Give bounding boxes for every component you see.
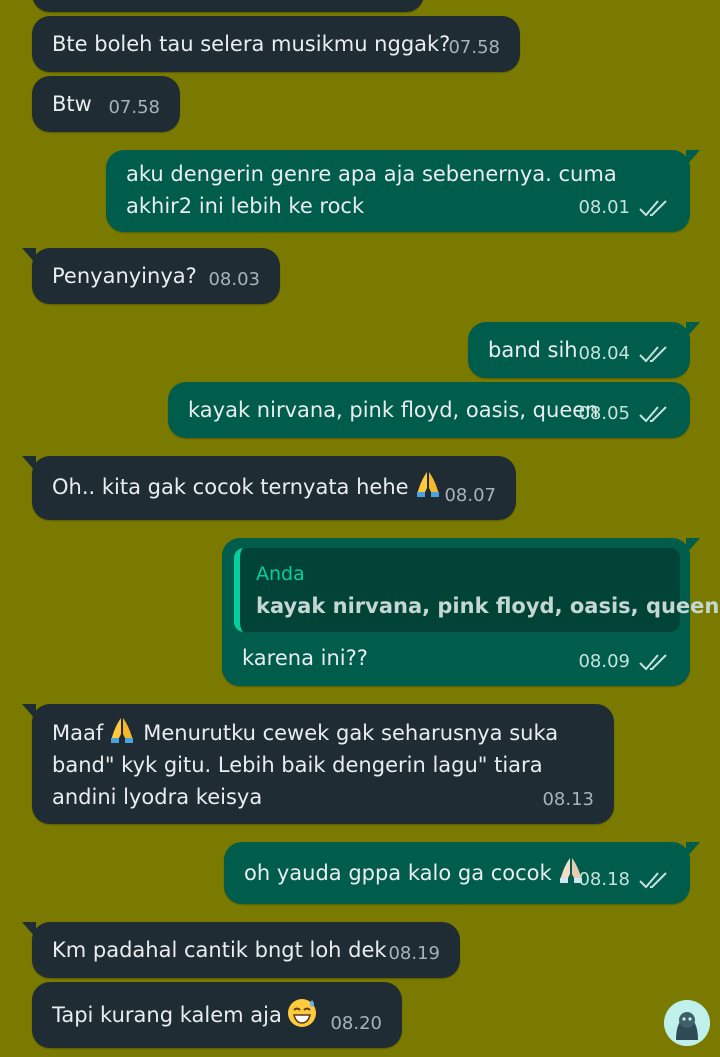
avatar-image-icon [664,1000,710,1046]
contact-avatar[interactable] [664,1000,710,1046]
double-check-icon [639,346,667,363]
message-time: 08.18 [578,869,630,890]
double-check-icon [639,406,667,423]
quote-text: kayak nirvana, pink floyd, oasis, queen [256,594,720,618]
message-text: karena ini?? [242,646,368,670]
message-meta: 08.18 [578,864,670,896]
message-bubble-outgoing[interactable]: kayak nirvana, pink floyd, oasis, queen … [168,382,690,438]
bubble-tail [22,704,36,720]
message-meta: 08.01 [578,192,670,224]
message-bubble-incoming[interactable]: Tapi kurang kalem aja 08.20 [32,982,402,1048]
folded-hands-icon [416,472,439,497]
message-time: 08.04 [578,343,630,364]
message-bubble-incoming[interactable]: Btw 07.58 [32,76,180,132]
message-time: 08.05 [578,403,630,424]
bubble-tail [22,922,36,938]
message-bubble-outgoing[interactable]: aku dengerin genre apa aja sebenernya. c… [106,150,700,232]
message-time: 07.58 [448,37,500,58]
message-bubble-outgoing-reply[interactable]: Anda kayak nirvana, pink floyd, oasis, q… [222,538,719,686]
message-time: 08.20 [330,1013,382,1034]
message-text: band sih [488,338,578,362]
message-time: 08.07 [444,485,496,506]
message-bubble-outgoing[interactable]: band sih 08.04 [468,322,700,378]
message-text: Oh.. kita gak cocok ternyata hehe [52,470,441,503]
double-check-icon [639,654,667,671]
message-bubble-partial [32,0,424,12]
message-text: oh yauda gppa kalo ga cocok [244,856,584,889]
message-meta: 08.04 [578,338,670,370]
double-check-icon [639,872,667,889]
message-text: Km padahal cantik bngt loh dek [52,938,387,962]
bubble-tail [22,456,36,472]
bubble-tail [686,322,700,338]
quote-author: Anda [256,563,305,585]
message-time: 07.58 [108,97,160,118]
message-time: 08.13 [542,789,594,810]
message-text: Tapi kurang kalem aja [52,996,318,1031]
message-meta: 08.09 [578,646,670,678]
bubble-tail [22,248,36,264]
double-check-icon [639,200,667,217]
folded-hands-icon [111,718,134,743]
message-text: Btw [52,92,92,116]
quoted-message[interactable]: Anda kayak nirvana, pink floyd, oasis, q… [234,548,719,632]
message-bubble-incoming[interactable]: Bte boleh tau selera musikmu nggak? 07.5… [32,16,520,72]
message-text: Bte boleh tau selera musikmu nggak? [52,32,451,56]
message-bubble-outgoing[interactable]: oh yauda gppa kalo ga cocok 08.18 [224,842,700,904]
message-time: 08.19 [388,943,440,964]
grinning-face-with-sweat-icon [287,999,316,1027]
message-text: kayak nirvana, pink floyd, oasis, queen [188,398,599,422]
bubble-tail [686,842,700,858]
bubble-tail [686,150,700,166]
message-time: 08.09 [578,651,630,672]
message-bubble-incoming[interactable]: Km padahal cantik bngt loh dek 08.19 [22,922,460,978]
message-time: 08.01 [578,197,630,218]
message-bubble-incoming[interactable]: Penyanyinya? 08.03 [22,248,280,304]
bubble-tail [686,538,700,554]
message-time: 08.03 [208,269,260,290]
message-bubble-incoming[interactable]: Maaf Menurutku cewek gak seharusnya suka … [22,704,614,824]
message-bubble-incoming[interactable]: Oh.. kita gak cocok ternyata hehe 08.07 [22,456,516,520]
message-text: Maaf Menurutku cewek gak seharusnya suka … [52,716,598,813]
message-text: Penyanyinya? [52,264,197,288]
message-meta: 08.05 [578,398,670,430]
